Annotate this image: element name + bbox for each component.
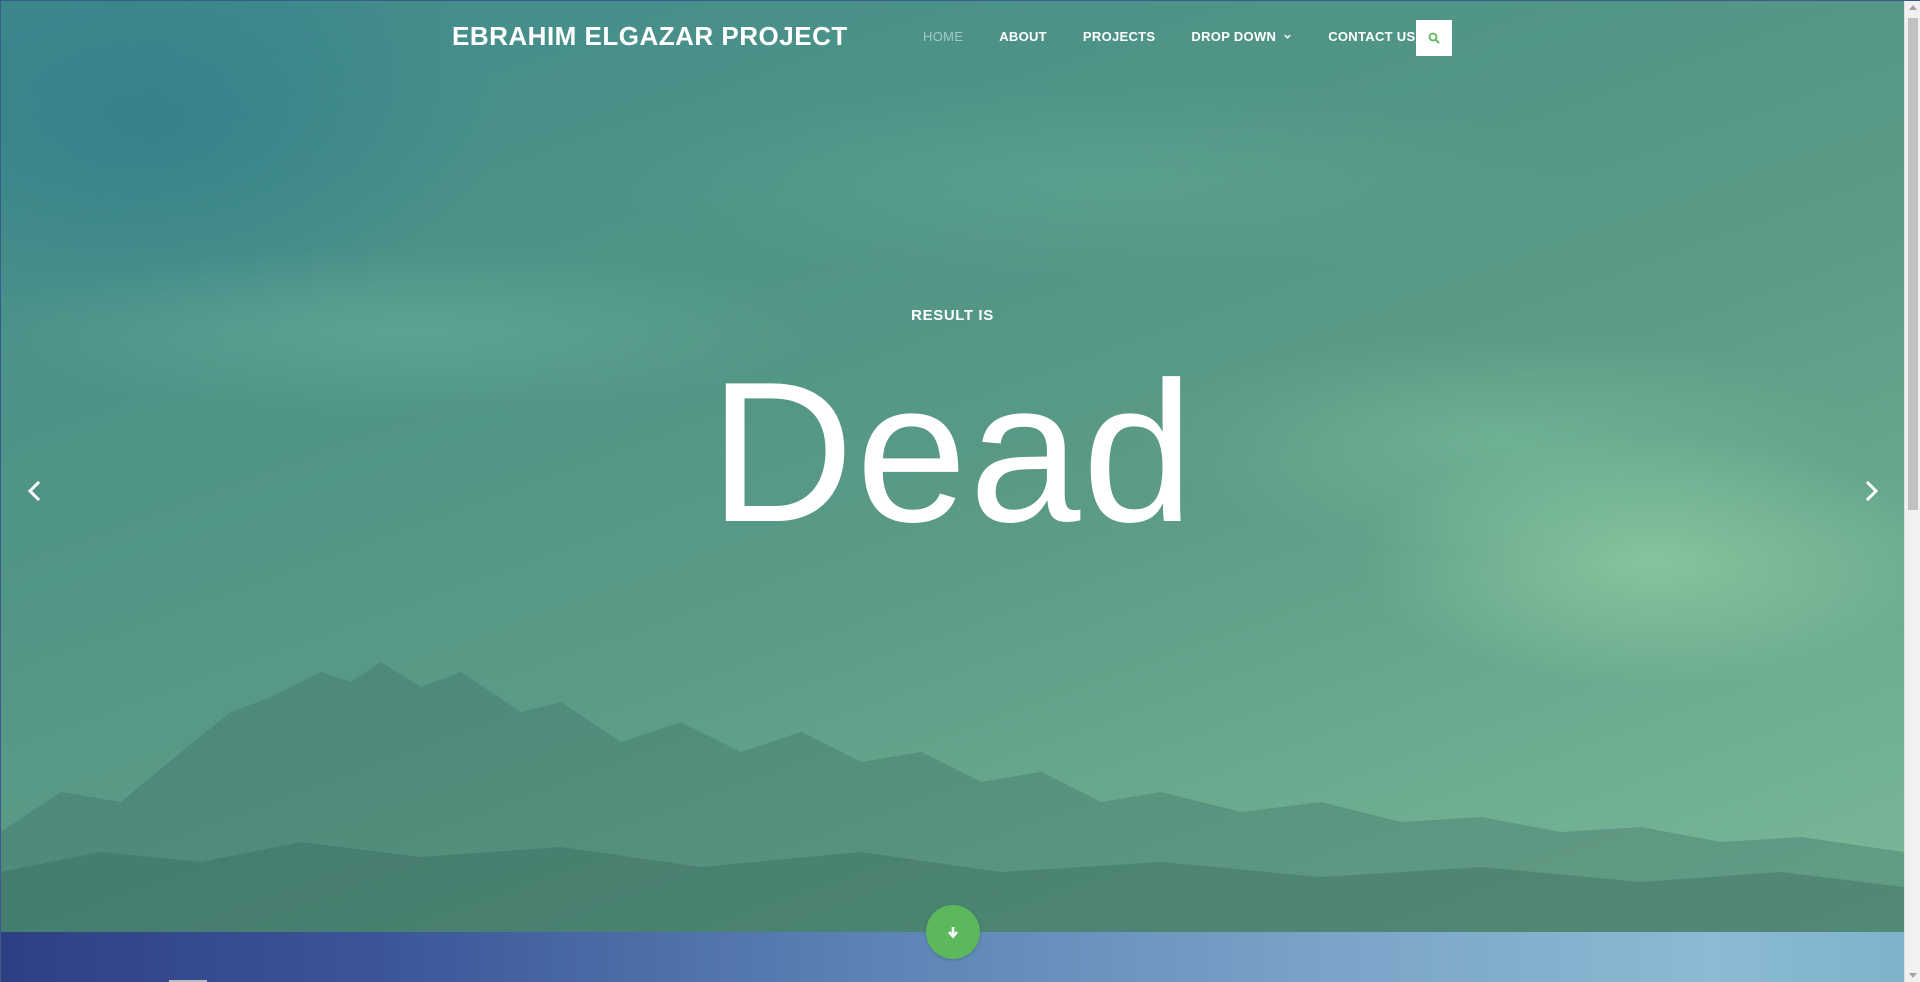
vertical-scrollbar[interactable] — [1904, 1, 1920, 982]
chevron-left-icon[interactable] — [21, 477, 49, 505]
nav-item-label: CONTACT US — [1328, 29, 1416, 44]
hero-headline: Dead — [709, 341, 1196, 564]
nav-item-contact-us[interactable]: CONTACT US — [1328, 29, 1415, 44]
scrollbar-thumb[interactable] — [1908, 18, 1918, 510]
scroll-up-icon[interactable] — [1909, 5, 1917, 10]
search-icon — [1428, 32, 1440, 44]
nav-item-drop-down[interactable]: DROP DOWN — [1191, 29, 1292, 44]
nav-item-home[interactable]: HOME — [923, 29, 963, 44]
chevron-right-icon[interactable] — [1857, 477, 1885, 505]
hero-subtitle: RESULT IS — [911, 307, 994, 324]
nav-item-label: PROJECTS — [1082, 29, 1156, 44]
scroll-down-button[interactable] — [926, 905, 980, 959]
brand-title[interactable]: EBRAHIM ELGAZAR PROJECT — [452, 21, 848, 52]
main-navbar: EBRAHIM ELGAZAR PROJECT HOME ABOUT PROJE… — [1, 1, 1904, 77]
nav-item-label: HOME — [923, 29, 964, 44]
search-button[interactable] — [1416, 20, 1452, 56]
nav-item-label: ABOUT — [999, 29, 1047, 44]
nav-item-about[interactable]: ABOUT — [999, 29, 1047, 44]
hero-slider: EBRAHIM ELGAZAR PROJECT HOME ABOUT PROJE… — [1, 1, 1904, 932]
arrow-down-icon — [948, 927, 958, 939]
chevron-down-icon — [1284, 34, 1291, 39]
mountain-silhouette — [1, 662, 1904, 932]
nav-item-projects[interactable]: PROJECTS — [1083, 29, 1155, 44]
nav-item-label: DROP DOWN — [1191, 29, 1277, 44]
browser-viewport: EBRAHIM ELGAZAR PROJECT HOME ABOUT PROJE… — [0, 0, 1920, 982]
nav-menu: HOME ABOUT PROJECTS DROP DOWN CONTACT US — [923, 29, 1451, 44]
scroll-down-icon[interactable] — [1909, 973, 1917, 978]
